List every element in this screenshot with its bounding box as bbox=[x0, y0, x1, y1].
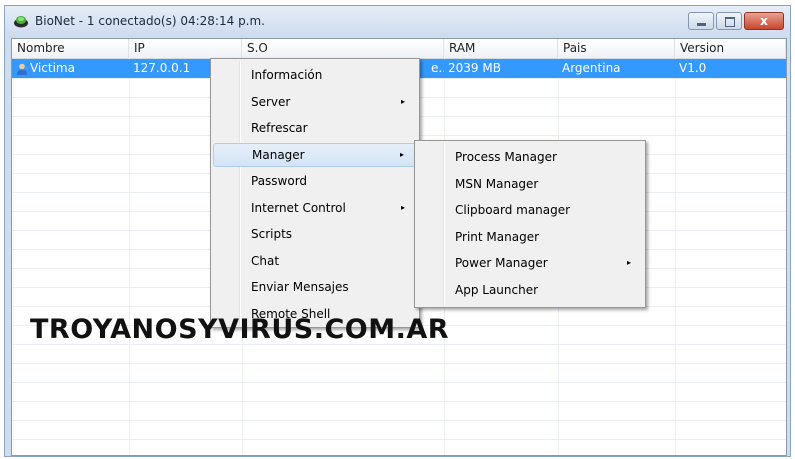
cell-nombre: Victima bbox=[12, 59, 129, 78]
menu-item-informacion[interactable]: Información bbox=[213, 63, 417, 87]
watermark-text: TROYANOSYVIRUS.COM.AR bbox=[30, 314, 450, 345]
submenu-arrow-icon: ▸ bbox=[400, 202, 405, 212]
maximize-icon bbox=[725, 17, 735, 27]
column-header-ram[interactable]: RAM bbox=[444, 39, 558, 58]
column-header-ip[interactable]: IP bbox=[129, 39, 242, 58]
menu-item-msn-manager[interactable]: MSN Manager bbox=[417, 172, 643, 196]
title-bar[interactable]: BioNet - 1 conectado(s) 04:28:14 p.m. x bbox=[5, 6, 790, 36]
menu-item-label: Print Manager bbox=[455, 229, 540, 244]
window-controls: x bbox=[686, 12, 784, 30]
menu-item-label: Scripts bbox=[251, 227, 293, 241]
submenu-arrow-icon: ▸ bbox=[399, 149, 404, 159]
menu-item-label: Internet Control bbox=[251, 200, 346, 215]
menu-item-print-manager[interactable]: Print Manager bbox=[417, 225, 643, 249]
menu-item-label: Refrescar bbox=[251, 121, 308, 135]
close-icon: x bbox=[760, 14, 768, 28]
list-header: Nombre IP S.O RAM Pais Version bbox=[12, 39, 786, 59]
menu-item-clipboard-manager[interactable]: Clipboard manager bbox=[417, 198, 643, 222]
cell-so-tail: e... bbox=[431, 61, 444, 75]
minimize-button[interactable] bbox=[688, 12, 714, 30]
menu-item-server[interactable]: Server ▸ bbox=[213, 90, 417, 114]
column-header-pais[interactable]: Pais bbox=[558, 39, 675, 58]
minimize-icon bbox=[697, 23, 706, 26]
menu-item-label: Manager bbox=[252, 147, 305, 162]
grid-column-line bbox=[675, 58, 676, 455]
menu-item-enviar-mensajes[interactable]: Enviar Mensajes bbox=[213, 275, 417, 299]
cell-ram: 2039 MB bbox=[448, 61, 501, 75]
menu-item-scripts[interactable]: Scripts bbox=[213, 222, 417, 246]
bionet-app-icon bbox=[14, 16, 28, 28]
user-icon bbox=[17, 63, 27, 75]
menu-item-label: Información bbox=[251, 68, 323, 82]
manager-submenu: Process Manager MSN Manager Clipboard mana… bbox=[414, 140, 646, 308]
context-menu: Información Server ▸ Refrescar Manager ▸ Passw… bbox=[210, 58, 420, 328]
cell-pais: Argentina bbox=[562, 61, 621, 75]
menu-item-label: Process Manager bbox=[455, 150, 557, 164]
menu-item-label: App Launcher bbox=[455, 282, 539, 297]
column-header-version[interactable]: Version bbox=[675, 39, 786, 58]
menu-item-label: Clipboard manager bbox=[455, 203, 571, 217]
menu-item-label: Enviar Mensajes bbox=[251, 280, 349, 294]
cell-nombre-text: Victima bbox=[30, 61, 75, 75]
grid-column-line bbox=[129, 58, 130, 455]
menu-item-chat[interactable]: Chat bbox=[213, 249, 417, 273]
menu-item-process-manager[interactable]: Process Manager bbox=[417, 145, 643, 169]
maximize-button[interactable] bbox=[716, 12, 742, 30]
menu-item-power-manager[interactable]: Power Manager ▸ bbox=[417, 251, 643, 275]
submenu-arrow-icon: ▸ bbox=[626, 258, 631, 267]
menu-item-label: Chat bbox=[251, 253, 280, 268]
column-header-so[interactable]: S.O bbox=[242, 39, 444, 58]
menu-item-label: Password bbox=[251, 174, 308, 188]
menu-item-internet-control[interactable]: Internet Control ▸ bbox=[213, 196, 417, 220]
menu-item-label: Server bbox=[251, 94, 291, 109]
menu-item-app-launcher[interactable]: App Launcher bbox=[417, 278, 643, 302]
submenu-arrow-icon: ▸ bbox=[400, 96, 405, 106]
menu-item-password[interactable]: Password bbox=[213, 169, 417, 193]
menu-item-label: MSN Manager bbox=[455, 176, 539, 191]
menu-item-refrescar[interactable]: Refrescar bbox=[213, 116, 417, 140]
menu-item-manager[interactable]: Manager ▸ bbox=[213, 142, 417, 167]
menu-item-label: Power Manager bbox=[455, 256, 548, 270]
close-button[interactable]: x bbox=[744, 12, 784, 30]
window-title: BioNet - 1 conectado(s) 04:28:14 p.m. bbox=[35, 14, 265, 28]
column-header-nombre[interactable]: Nombre bbox=[12, 39, 129, 58]
cell-version: V1.0 bbox=[679, 61, 707, 75]
